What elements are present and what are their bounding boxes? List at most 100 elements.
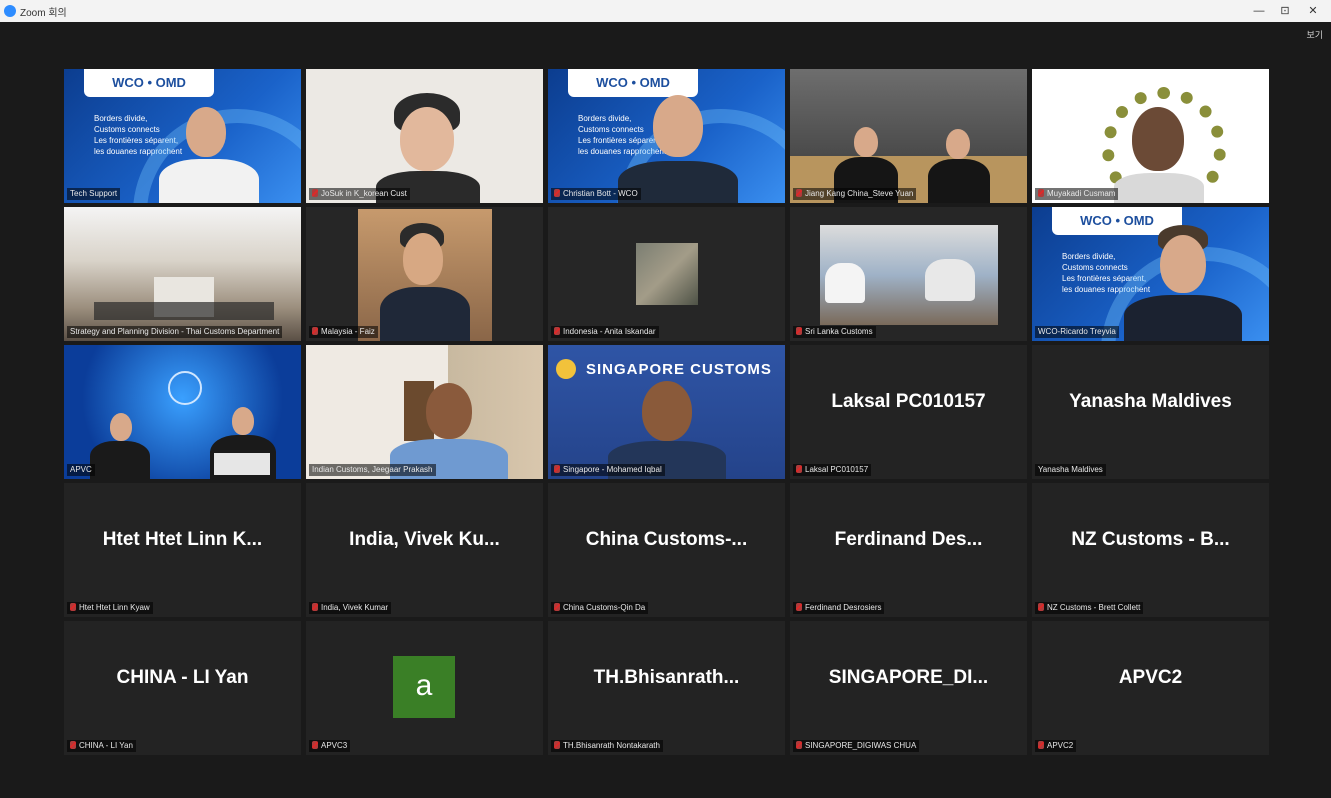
participant-name-label: APVC2 bbox=[1035, 740, 1077, 752]
maximize-button[interactable]: ⊡ bbox=[1272, 2, 1298, 20]
mic-muted-icon bbox=[70, 603, 76, 611]
participant-display-name: China Customs-... bbox=[585, 529, 748, 550]
participant-tile[interactable]: Laksal PC010157 Laksal PC010157 bbox=[790, 345, 1027, 479]
participant-tile[interactable]: Yanasha Maldives Yanasha Maldives bbox=[1032, 345, 1269, 479]
participant-name-label: WCO-Ricardo Treyvia bbox=[1035, 326, 1119, 338]
participant-name-label: Indian Customs, Jeegaar Prakash bbox=[309, 464, 436, 476]
participant-tile[interactable]: Sri Lanka Customs bbox=[790, 207, 1027, 341]
participant-display-name: NZ Customs - B... bbox=[1071, 529, 1230, 550]
participant-avatar: a bbox=[393, 656, 455, 718]
participant-video bbox=[790, 207, 1027, 341]
participant-tile[interactable]: JoSuk in K_korean Cust bbox=[306, 69, 543, 203]
participant-tile[interactable]: APVC bbox=[64, 345, 301, 479]
zoom-logo-icon bbox=[4, 5, 16, 17]
participant-name-label: India, Vivek Kumar bbox=[309, 602, 391, 614]
participant-name-label: Singapore - Mohamed Iqbal bbox=[551, 464, 665, 476]
participant-video bbox=[306, 69, 543, 203]
mic-muted-icon bbox=[312, 741, 318, 749]
mic-muted-icon bbox=[312, 603, 318, 611]
participant-name-label: SINGAPORE_DIGIWAS CHUA bbox=[793, 740, 920, 752]
gallery-view: 보기 WCO • OMD Borders divide, Customs conn… bbox=[0, 22, 1331, 798]
participant-name-label: Strategy and Planning Division - Thai Cu… bbox=[67, 326, 283, 338]
participant-tile[interactable]: SINGAPORE_DI... SINGAPORE_DIGIWAS CHUA bbox=[790, 621, 1027, 755]
participant-display-name: Ferdinand Des... bbox=[834, 529, 983, 550]
participant-tile[interactable]: a APVC3 bbox=[306, 621, 543, 755]
close-button[interactable]: ✕ bbox=[1300, 2, 1326, 20]
participant-name-label: NZ Customs - Brett Collett bbox=[1035, 602, 1144, 614]
participant-tile[interactable]: India, Vivek Ku... India, Vivek Kumar bbox=[306, 483, 543, 617]
participant-video bbox=[1032, 69, 1269, 203]
view-button[interactable]: 보기 bbox=[1306, 28, 1323, 41]
participant-display-name: APVC2 bbox=[1118, 667, 1183, 688]
mic-muted-icon bbox=[1038, 741, 1044, 749]
participant-display-name: Laksal PC010157 bbox=[831, 391, 986, 412]
mic-muted-icon bbox=[796, 327, 802, 335]
participant-video bbox=[306, 207, 543, 341]
participant-video bbox=[64, 345, 301, 479]
mic-muted-icon bbox=[554, 465, 560, 473]
participant-name-label: China Customs-Qin Da bbox=[551, 602, 649, 614]
participant-tile[interactable]: Indian Customs, Jeegaar Prakash bbox=[306, 345, 543, 479]
participant-video bbox=[790, 69, 1027, 203]
mic-muted-icon bbox=[312, 189, 318, 197]
participant-name-label: Ferdinand Desrosiers bbox=[793, 602, 885, 614]
participant-tile[interactable]: Indonesia - Anita Iskandar bbox=[548, 207, 785, 341]
mic-muted-icon bbox=[554, 741, 560, 749]
participant-name-label: Yanasha Maldives bbox=[1035, 464, 1106, 476]
participant-name-label: Christian Bott - WCO bbox=[551, 188, 641, 200]
participant-name-label: Sri Lanka Customs bbox=[793, 326, 876, 338]
mic-muted-icon bbox=[796, 189, 802, 197]
participant-tile[interactable]: Muyakadi Cusmam bbox=[1032, 69, 1269, 203]
participant-tile[interactable]: NZ Customs - B... NZ Customs - Brett Col… bbox=[1032, 483, 1269, 617]
participant-name-label: JoSuk in K_korean Cust bbox=[309, 188, 410, 200]
participant-name-label: APVC bbox=[67, 464, 95, 476]
participant-tile[interactable]: APVC2 APVC2 bbox=[1032, 621, 1269, 755]
participant-tile[interactable]: Malaysia - Faiz bbox=[306, 207, 543, 341]
participant-video bbox=[548, 207, 785, 341]
participant-display-name: TH.Bhisanrath... bbox=[593, 667, 740, 688]
mic-muted-icon bbox=[796, 603, 802, 611]
participant-video: SINGAPORE CUSTOMS bbox=[548, 345, 785, 479]
participant-tile[interactable]: Jiang Kang China_Steve Yuan bbox=[790, 69, 1027, 203]
participant-name-label: Jiang Kang China_Steve Yuan bbox=[793, 188, 917, 200]
mic-muted-icon bbox=[1038, 603, 1044, 611]
participant-name-label: TH.Bhisanrath Nontakarath bbox=[551, 740, 663, 752]
participant-tile[interactable]: CHINA - LI Yan CHINA - LI Yan bbox=[64, 621, 301, 755]
participant-video: WCO • OMD Borders divide, Customs connect… bbox=[64, 69, 301, 203]
participant-video bbox=[64, 207, 301, 341]
participant-tile-active-speaker[interactable]: WCO • OMD Borders divide, Customs connect… bbox=[1032, 207, 1269, 341]
participant-name-label: Muyakadi Cusmam bbox=[1035, 188, 1119, 200]
participant-tile[interactable]: WCO • OMD Borders divide, Customs connect… bbox=[548, 69, 785, 203]
participant-tile[interactable]: Ferdinand Des... Ferdinand Desrosiers bbox=[790, 483, 1027, 617]
participant-tile[interactable]: China Customs-... China Customs-Qin Da bbox=[548, 483, 785, 617]
wco-logo: WCO • OMD bbox=[84, 69, 214, 97]
participant-tile[interactable]: WCO • OMD Borders divide, Customs connect… bbox=[64, 69, 301, 203]
participant-name-label: Tech Support bbox=[67, 188, 121, 200]
window-titlebar: Zoom 회의 — ⊡ ✕ bbox=[0, 0, 1331, 23]
mic-muted-icon bbox=[554, 603, 560, 611]
window-title: Zoom 회의 bbox=[20, 8, 67, 19]
participant-name-label: CHINA - LI Yan bbox=[67, 740, 136, 752]
participant-tile[interactable]: TH.Bhisanrath... TH.Bhisanrath Nontakara… bbox=[548, 621, 785, 755]
participant-tile[interactable]: SINGAPORE CUSTOMS Singapore - Mohamed Iq… bbox=[548, 345, 785, 479]
participant-name-label: Htet Htet Linn Kyaw bbox=[67, 602, 153, 614]
participant-tile[interactable]: Htet Htet Linn K... Htet Htet Linn Kyaw bbox=[64, 483, 301, 617]
participant-name-label: APVC3 bbox=[309, 740, 351, 752]
mic-muted-icon bbox=[312, 327, 318, 335]
participant-video: WCO • OMD Borders divide, Customs connect… bbox=[1032, 207, 1269, 341]
mic-muted-icon bbox=[554, 327, 560, 335]
participant-display-name: CHINA - LI Yan bbox=[116, 667, 249, 688]
mic-muted-icon bbox=[796, 741, 802, 749]
mic-muted-icon bbox=[796, 465, 802, 473]
participant-name-label: Laksal PC010157 bbox=[793, 464, 872, 476]
wco-logo: WCO • OMD bbox=[568, 69, 698, 97]
participant-video: WCO • OMD Borders divide, Customs connect… bbox=[548, 69, 785, 203]
participant-display-name: SINGAPORE_DI... bbox=[828, 667, 989, 688]
participant-display-name: India, Vivek Ku... bbox=[349, 529, 500, 550]
mic-muted-icon bbox=[1038, 189, 1044, 197]
singapore-customs-banner: SINGAPORE CUSTOMS bbox=[586, 361, 772, 378]
participant-video bbox=[306, 345, 543, 479]
minimize-button[interactable]: — bbox=[1246, 2, 1272, 20]
participant-tile[interactable]: Strategy and Planning Division - Thai Cu… bbox=[64, 207, 301, 341]
participant-name-label: Malaysia - Faiz bbox=[309, 326, 378, 338]
